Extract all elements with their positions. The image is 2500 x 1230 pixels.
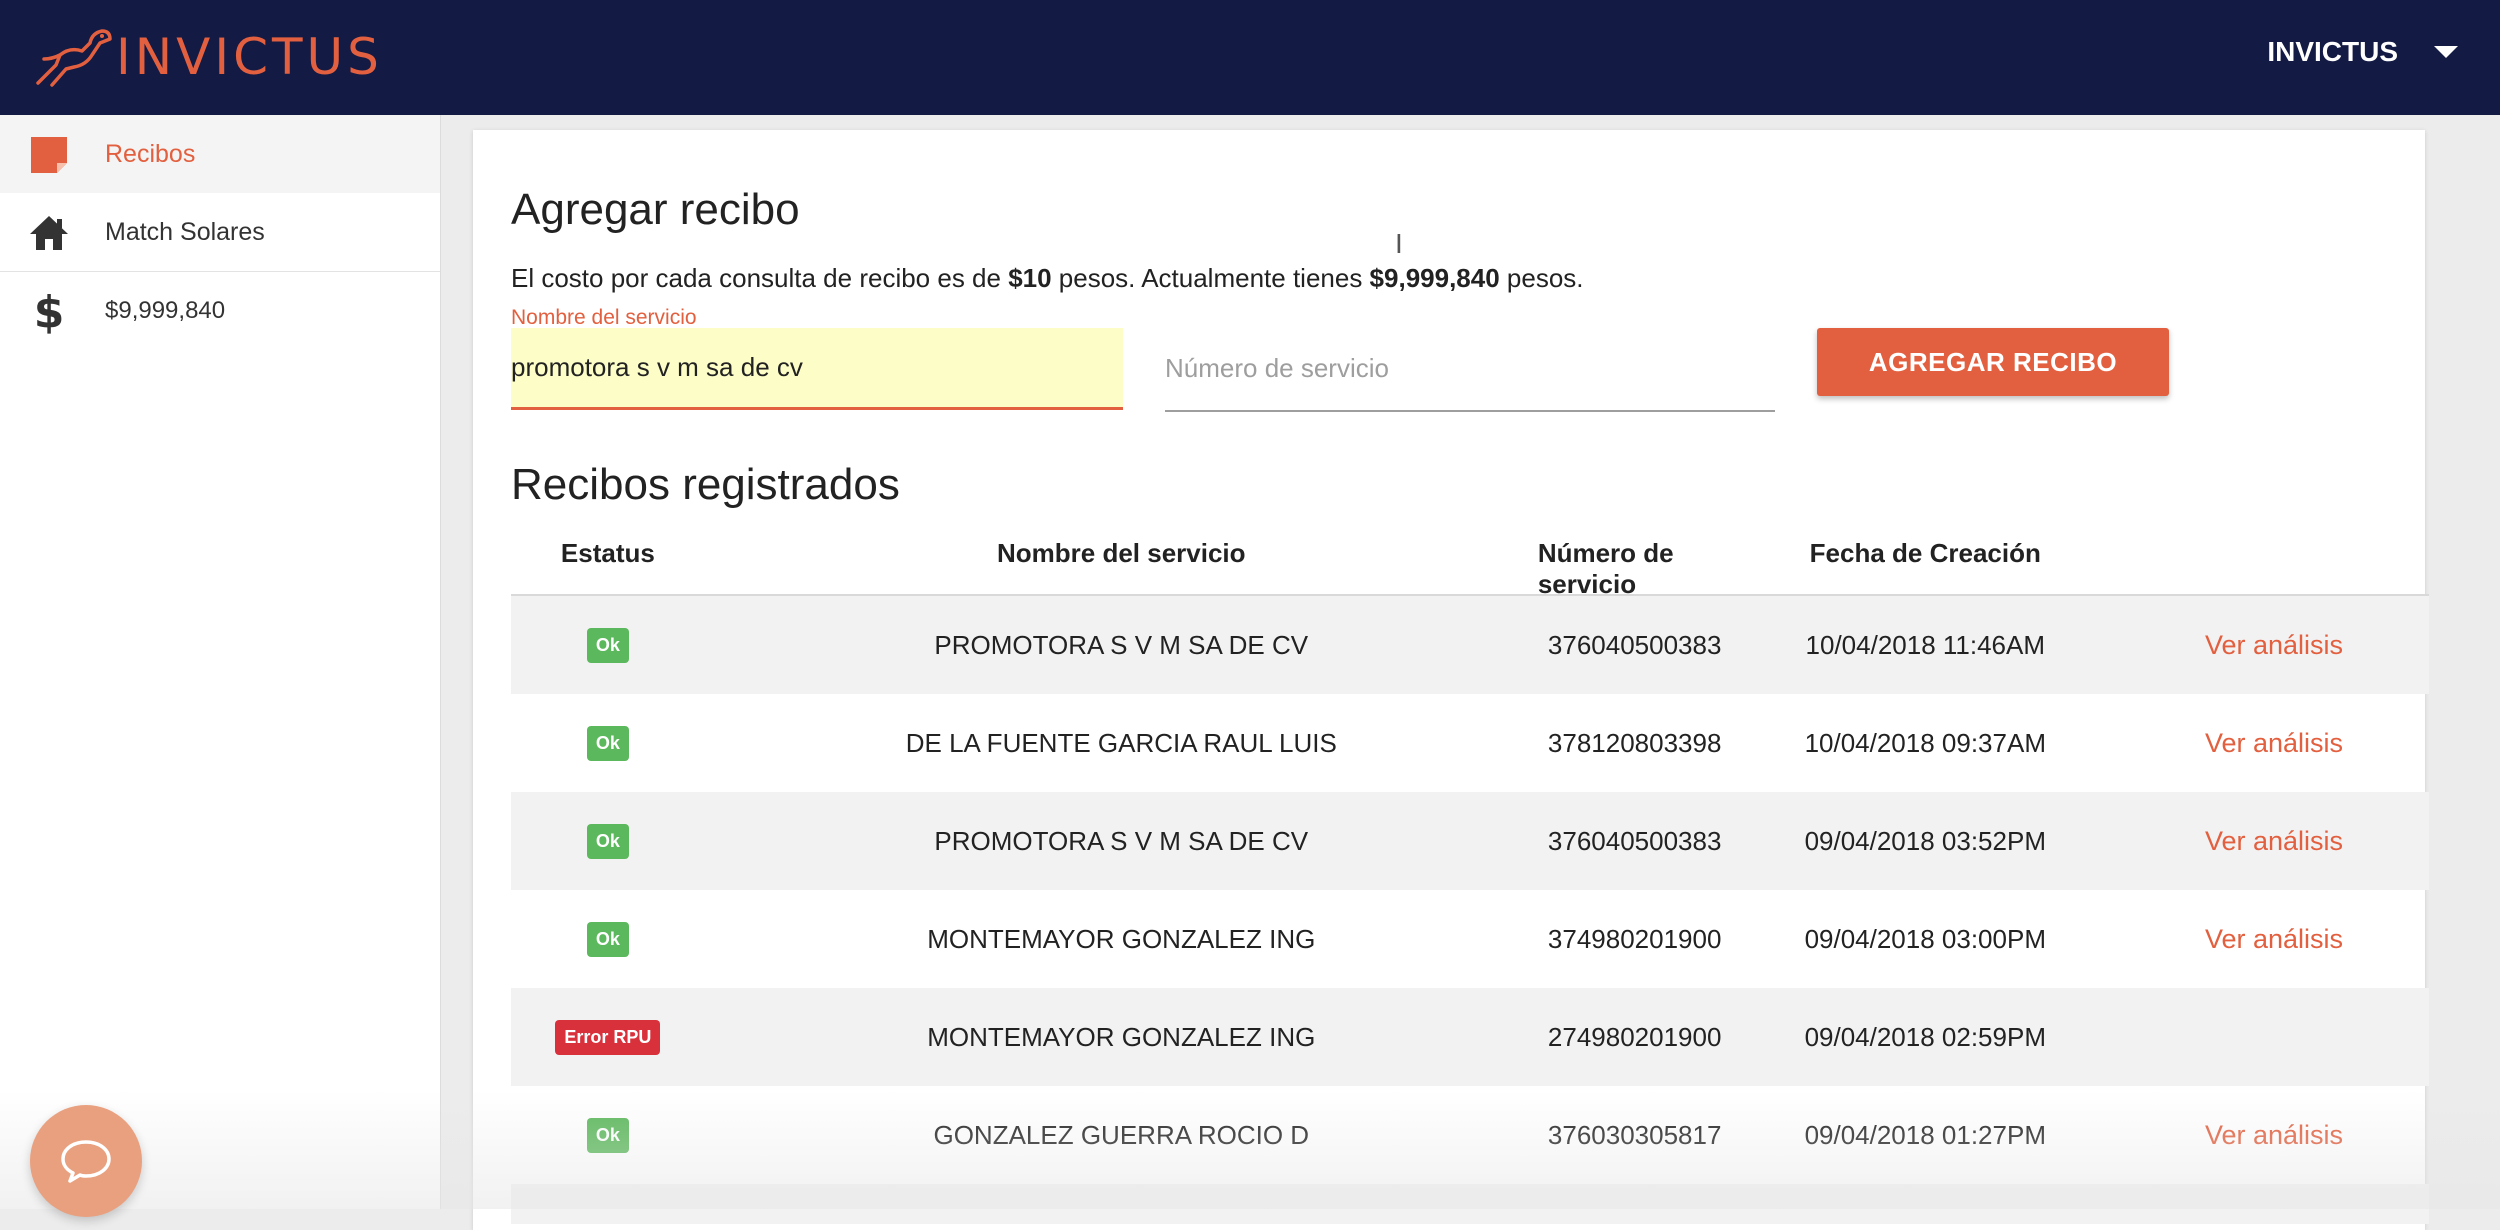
table-row: Ok DE LA FUENTE GARCIA RAUL LUIS 3781208… <box>511 694 2429 792</box>
text-cursor-icon: I <box>1395 228 1403 259</box>
page-title: Agregar recibo <box>511 185 800 234</box>
created-date-cell: 09/04/2018 03:52PM <box>1804 825 2046 856</box>
sidebar-item-match-solares[interactable]: Match Solares <box>0 193 440 271</box>
created-date-cell: 09/04/2018 01:27PM <box>1804 1119 2046 1150</box>
cost-value: $10 <box>1008 263 1052 293</box>
sidebar-item-label: Match Solares <box>105 217 265 246</box>
created-date-cell: 10/04/2018 09:37AM <box>1804 727 2046 758</box>
add-receipt-button[interactable]: AGREGAR RECIBO <box>1817 328 2169 396</box>
service-name-label: Nombre del servicio <box>511 306 697 329</box>
status-badge-error: Error RPU <box>555 1019 661 1055</box>
brand-logo[interactable]: INVICTUS <box>30 22 383 92</box>
service-number-cell: 376040500383 <box>1547 629 1722 660</box>
header-status: Estatus <box>560 538 655 568</box>
service-number-cell: 374980201900 <box>1547 923 1722 954</box>
caret-down-icon[interactable] <box>2434 46 2458 58</box>
service-number-cell: 376030305817 <box>1547 1119 1722 1150</box>
sidebar-item-recibos[interactable]: Recibos <box>0 115 440 193</box>
receipts-table: Estatus Nombre del servicio Número de se… <box>511 538 2429 1224</box>
table-row: Ok MONTEMAYOR GONZALEZ ING 374980201900 … <box>511 890 2429 988</box>
table-row: Ok GONZALEZ GUERRA ROCIO D 376030305817 … <box>511 1086 2429 1184</box>
user-name: INVICTUS <box>2267 36 2398 67</box>
header-service-name: Nombre del servicio <box>997 538 1246 568</box>
service-number-input[interactable] <box>1165 328 1775 408</box>
home-icon <box>28 213 70 253</box>
sidebar: Recibos Match Solares $ $9,999,840 <box>0 115 441 1209</box>
receipt-icon <box>28 135 70 175</box>
table-row: Ok PROMOTORA S V M SA DE CV 376040500383… <box>511 792 2429 890</box>
dollar-icon: $ <box>33 286 65 338</box>
chat-bubble-icon <box>61 1140 111 1183</box>
cost-middle: pesos. Actualmente tienes <box>1051 263 1370 293</box>
table-row-partial <box>511 1184 2429 1224</box>
service-name-cell: DE LA FUENTE GARCIA RAUL LUIS <box>905 727 1337 758</box>
brand-name: INVICTUS <box>116 28 383 86</box>
service-number-cell: 274980201900 <box>1547 1021 1722 1052</box>
status-badge: Ok <box>586 627 629 663</box>
sidebar-item-label: $9,999,840 <box>105 297 226 324</box>
service-name-field: Nombre del servicio <box>511 306 1123 410</box>
view-analysis-link[interactable]: Ver análisis <box>2205 728 2343 759</box>
status-badge: Ok <box>586 921 629 957</box>
status-badge: Ok <box>586 1117 629 1153</box>
view-analysis-link[interactable]: Ver análisis <box>2205 924 2343 955</box>
table-row: Error RPU MONTEMAYOR GONZALEZ ING 274980… <box>511 988 2429 1086</box>
cost-info: El costo por cada consulta de recibo es … <box>511 263 1584 294</box>
main-card: Agregar recibo El costo por cada consult… <box>473 130 2429 1230</box>
service-number-cell: 378120803398 <box>1547 727 1722 758</box>
balance-value: $9,999,840 <box>1369 263 1500 293</box>
created-date-cell: 09/04/2018 02:59PM <box>1804 1021 2046 1052</box>
view-analysis-link[interactable]: Ver análisis <box>2205 630 2343 661</box>
top-bar: INVICTUS INVICTUS <box>0 0 2500 115</box>
cost-suffix: pesos. <box>1499 263 1584 293</box>
header-created-date: Fecha de Creación <box>1809 538 2041 568</box>
header-service-number: Número de servicio <box>1537 538 1674 599</box>
created-date-cell: 09/04/2018 03:00PM <box>1804 923 2046 954</box>
section-title: Recibos registrados <box>511 460 900 509</box>
chat-button[interactable] <box>30 1105 142 1217</box>
view-analysis-link[interactable]: Ver análisis <box>2205 826 2343 857</box>
cost-prefix: El costo por cada consulta de recibo es … <box>511 263 1009 293</box>
service-number-field <box>1165 328 1775 412</box>
sidebar-item-label: Recibos <box>105 139 196 168</box>
service-name-input[interactable] <box>511 328 1123 410</box>
view-analysis-link[interactable]: Ver análisis <box>2205 1120 2343 1151</box>
flamingo-logo-icon <box>36 29 112 87</box>
status-badge: Ok <box>586 725 629 761</box>
created-date-cell: 10/04/2018 11:46AM <box>1805 629 2046 660</box>
service-name-cell: PROMOTORA S V M SA DE CV <box>934 825 1309 856</box>
status-badge: Ok <box>586 823 629 859</box>
service-name-cell: GONZALEZ GUERRA ROCIO D <box>933 1119 1310 1150</box>
table-row: Ok PROMOTORA S V M SA DE CV 376040500383… <box>511 596 2429 694</box>
service-name-cell: MONTEMAYOR GONZALEZ ING <box>927 1021 1316 1052</box>
service-number-cell: 376040500383 <box>1547 825 1722 856</box>
header-action <box>2119 538 2429 594</box>
user-menu[interactable]: INVICTUS <box>2267 36 2458 68</box>
sidebar-item-balance[interactable]: $ $9,999,840 <box>0 272 440 350</box>
service-name-cell: PROMOTORA S V M SA DE CV <box>934 629 1309 660</box>
service-name-cell: MONTEMAYOR GONZALEZ ING <box>927 923 1316 954</box>
table-header: Estatus Nombre del servicio Número de se… <box>511 538 2429 599</box>
